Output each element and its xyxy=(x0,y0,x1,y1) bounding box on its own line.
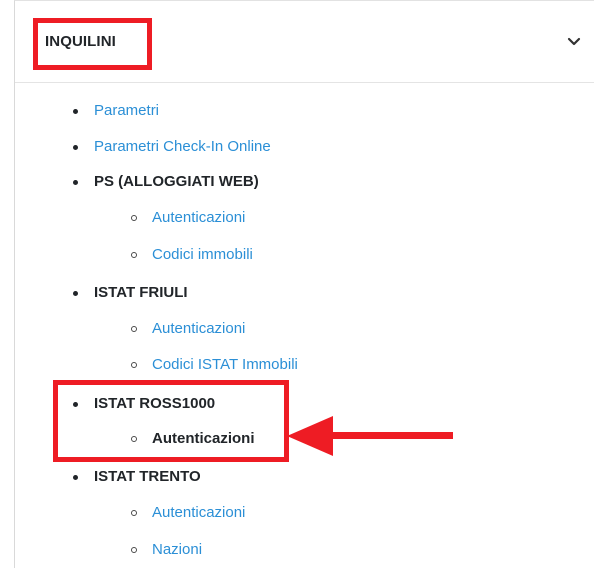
menu-panel: INQUILINI Parametri Parametri Check-In O… xyxy=(14,0,594,568)
annotation-arrow-icon xyxy=(287,416,453,456)
menu-item-parametri[interactable]: Parametri xyxy=(73,102,159,120)
menu-item-ps-codici-immobili[interactable]: Codici immobili xyxy=(131,246,253,264)
menu-link[interactable]: Codici immobili xyxy=(152,246,253,263)
bullet-dot xyxy=(73,291,78,296)
menu-item-trento-autenticazioni[interactable]: Autenticazioni xyxy=(131,504,245,522)
bullet-circle xyxy=(131,362,137,368)
bullet-circle xyxy=(131,326,137,332)
bullet-dot xyxy=(73,180,78,185)
bullet-dot xyxy=(73,145,78,150)
menu-link[interactable]: Codici ISTAT Immobili xyxy=(152,356,298,373)
bullet-circle xyxy=(131,215,137,221)
menu-group-istat-trento: ISTAT TRENTO xyxy=(73,468,201,486)
annotation-box-ross1000 xyxy=(53,380,289,462)
menu-item-trento-nazioni[interactable]: Nazioni xyxy=(131,541,202,559)
bullet-dot xyxy=(73,109,78,114)
menu-group-label: PS (ALLOGGIATI WEB) xyxy=(94,173,259,190)
menu-group-label: ISTAT TRENTO xyxy=(94,468,201,485)
annotation-box-header xyxy=(33,18,152,70)
menu-link[interactable]: Parametri xyxy=(94,102,159,119)
menu-link[interactable]: Parametri Check-In Online xyxy=(94,138,271,155)
menu-group-ps-alloggiati-web: PS (ALLOGGIATI WEB) xyxy=(73,173,259,191)
chevron-down-icon[interactable] xyxy=(567,37,581,47)
menu-group-istat-friuli: ISTAT FRIULI xyxy=(73,284,188,302)
menu-item-ps-autenticazioni[interactable]: Autenticazioni xyxy=(131,209,245,227)
menu-link[interactable]: Nazioni xyxy=(152,541,202,558)
menu-group-label: ISTAT FRIULI xyxy=(94,284,188,301)
menu-item-friuli-autenticazioni[interactable]: Autenticazioni xyxy=(131,320,245,338)
menu-item-parametri-check-in[interactable]: Parametri Check-In Online xyxy=(73,138,271,156)
bullet-circle xyxy=(131,252,137,258)
menu-item-friuli-codici-istat[interactable]: Codici ISTAT Immobili xyxy=(131,356,298,374)
bullet-circle xyxy=(131,547,137,553)
menu-link[interactable]: Autenticazioni xyxy=(152,209,245,226)
menu-link[interactable]: Autenticazioni xyxy=(152,320,245,337)
bullet-circle xyxy=(131,510,137,516)
bullet-dot xyxy=(73,475,78,480)
menu-link[interactable]: Autenticazioni xyxy=(152,504,245,521)
